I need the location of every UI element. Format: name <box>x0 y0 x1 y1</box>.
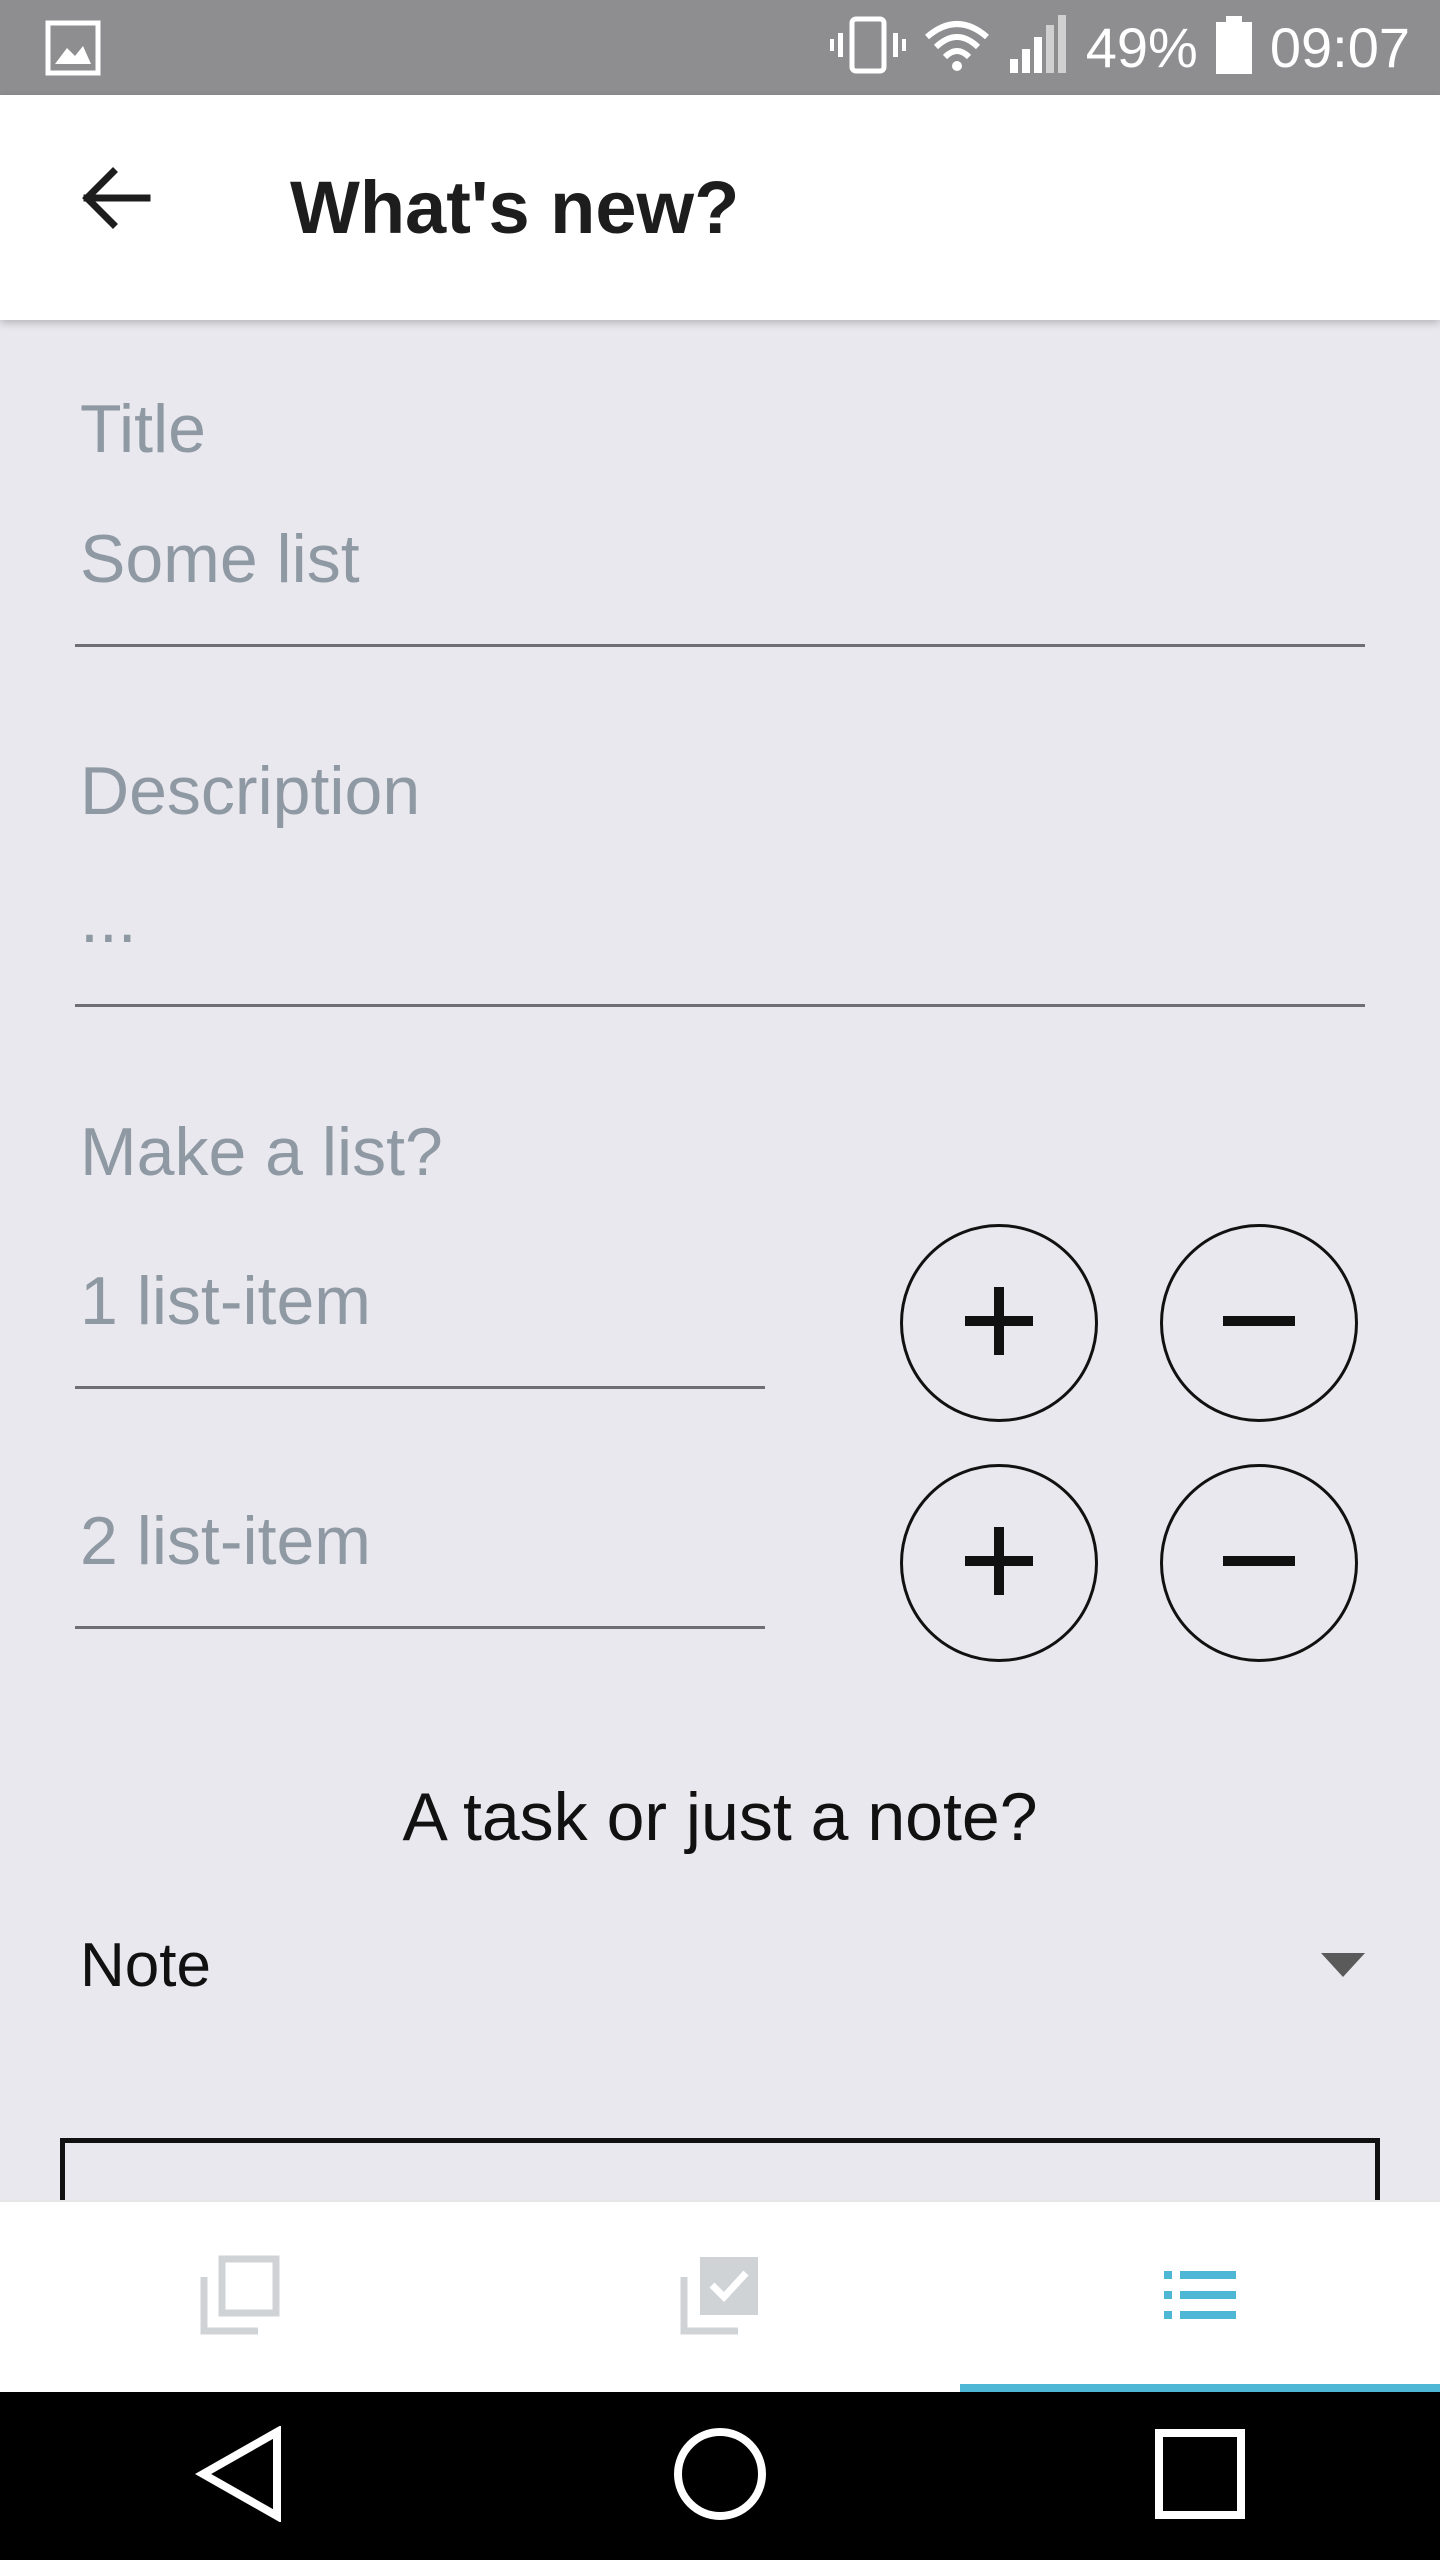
list-item-input-1[interactable]: 1 list-item <box>80 1262 371 1340</box>
remove-list-item-button-1[interactable] <box>1160 1224 1358 1422</box>
type-select-value: Note <box>80 1930 211 2000</box>
minus-icon <box>1219 1281 1299 1366</box>
title-input[interactable]: Some list <box>80 520 360 598</box>
type-select[interactable]: Note <box>75 1905 1365 2025</box>
app-bar: What's new? <box>0 95 1440 320</box>
clock: 09:07 <box>1269 16 1410 79</box>
plus-icon <box>959 1281 1039 1366</box>
title-label: Title <box>80 391 206 467</box>
type-question: A task or just a note? <box>402 1779 1038 1855</box>
list-item-input-2[interactable]: 2 list-item <box>80 1502 371 1580</box>
tab-tasks[interactable] <box>480 2202 960 2392</box>
bottom-tab-bar <box>0 2200 1440 2392</box>
description-input[interactable]: ... <box>80 880 137 958</box>
nav-back-button[interactable] <box>160 2396 320 2556</box>
add-list-item-button-2[interactable] <box>900 1464 1098 1662</box>
nav-home-button[interactable] <box>640 2396 800 2556</box>
title-underline <box>75 644 1365 647</box>
checked-copy-icon <box>680 2255 760 2340</box>
dropdown-caret-icon <box>1321 1953 1365 1982</box>
submit-button[interactable] <box>60 2138 1380 2200</box>
minus-icon <box>1219 1521 1299 1606</box>
tab-create[interactable] <box>960 2202 1440 2392</box>
status-icons: 49% 09:07 <box>829 0 1410 95</box>
back-button[interactable] <box>60 145 170 255</box>
description-label: Description <box>80 753 421 829</box>
back-triangle-icon <box>194 2424 285 2527</box>
gallery-icon <box>45 20 101 81</box>
system-nav-bar <box>0 2392 1440 2560</box>
note-form: Title Some list Description ... Make a l… <box>0 320 1440 2200</box>
description-underline <box>75 1004 1365 1007</box>
add-list-item-button-1[interactable] <box>900 1224 1098 1422</box>
remove-list-item-button-2[interactable] <box>1160 1464 1358 1662</box>
status-bar: 49% 09:07 <box>0 0 1440 95</box>
list-label: Make a list? <box>80 1114 443 1190</box>
list-icon <box>1164 2270 1236 2324</box>
plus-icon <box>959 1521 1039 1606</box>
nav-recents-button[interactable] <box>1120 2396 1280 2556</box>
battery-icon <box>1215 16 1252 79</box>
tab-notes[interactable] <box>0 2202 480 2392</box>
list-item-underline-1 <box>75 1386 765 1389</box>
recents-square-icon <box>1155 2428 1245 2524</box>
signal-icon <box>1008 15 1068 80</box>
battery-percentage: 49% <box>1085 16 1198 79</box>
list-item-underline-2 <box>75 1626 765 1629</box>
wifi-icon <box>924 17 990 78</box>
vibrate-icon <box>829 15 906 80</box>
home-circle-icon <box>672 2426 768 2527</box>
copy-icon <box>200 2255 280 2340</box>
arrow-left-icon <box>79 166 151 235</box>
page-title: What's new? <box>290 166 740 249</box>
